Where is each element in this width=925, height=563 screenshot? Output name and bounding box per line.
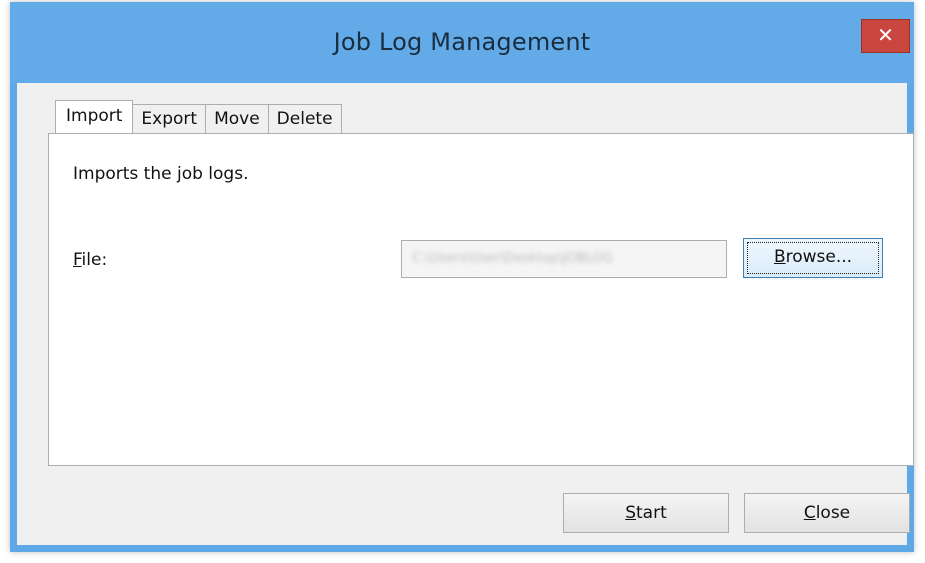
- file-label: File:: [73, 250, 107, 270]
- start-button[interactable]: Start: [563, 493, 729, 533]
- close-button[interactable]: Close: [744, 493, 910, 533]
- file-label-text: ile:: [81, 250, 108, 270]
- tab-strip: Import Export Move Delete: [55, 100, 342, 133]
- start-label: tart: [636, 503, 667, 523]
- tab-move[interactable]: Move: [205, 104, 269, 133]
- dialog-client-area: Import Export Move Delete Imports the jo…: [17, 83, 914, 545]
- close-mnemonic: C: [803, 503, 816, 523]
- file-path-value: C:\Users\User\Desktop\JOBLOG: [412, 251, 613, 266]
- import-description: Imports the job logs.: [73, 164, 249, 184]
- start-mnemonic: S: [625, 503, 637, 523]
- dialog-window: Job Log Management ✕ Import Export Move …: [10, 2, 914, 552]
- focus-rectangle: [747, 242, 879, 274]
- file-label-mnemonic: F: [73, 250, 82, 270]
- window-title: Job Log Management: [333, 28, 591, 56]
- import-tab-panel: Imports the job logs. File: C:\Users\Use…: [48, 133, 914, 466]
- tab-import[interactable]: Import: [55, 100, 134, 133]
- tab-delete[interactable]: Delete: [267, 104, 342, 133]
- tab-export[interactable]: Export: [132, 104, 207, 133]
- close-icon[interactable]: ✕: [861, 19, 910, 53]
- browse-button[interactable]: Browse...: [743, 238, 883, 278]
- close-label: lose: [815, 503, 851, 523]
- file-path-field[interactable]: C:\Users\User\Desktop\JOBLOG: [401, 240, 727, 278]
- title-bar[interactable]: Job Log Management ✕: [10, 2, 914, 83]
